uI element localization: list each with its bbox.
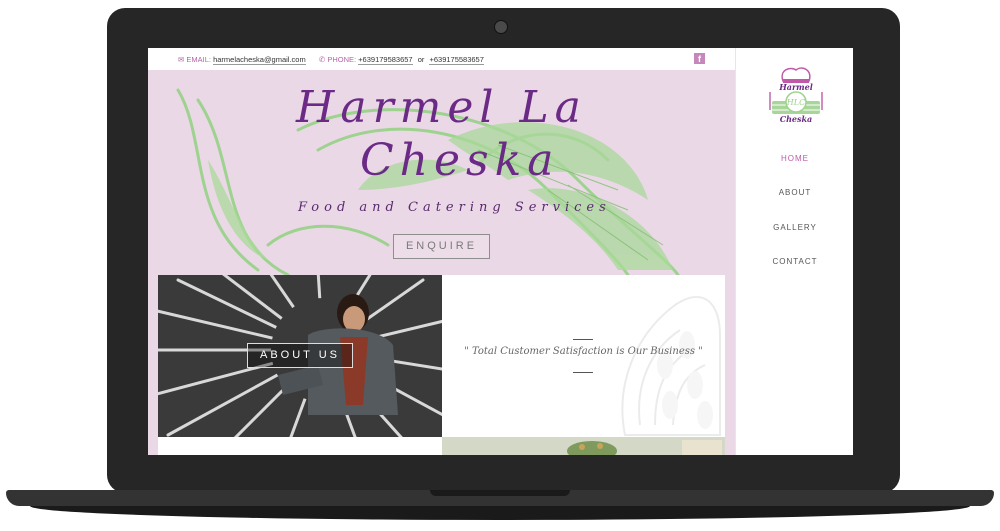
brand-tagline: Food and Catering Services <box>298 200 611 215</box>
nav-contact[interactable]: CONTACT <box>736 257 853 266</box>
webcam <box>494 20 508 34</box>
nav-gallery[interactable]: GALLERY <box>736 223 853 232</box>
contact-bar: ✉ EMAIL: harmelacheska@gmail.com ✆ PHONE… <box>148 48 735 70</box>
about-photo[interactable]: ABOUT US <box>158 275 442 437</box>
quote-divider-bottom <box>573 372 593 373</box>
logo-line1: Harmel <box>778 82 813 92</box>
phone-or: or <box>417 55 425 64</box>
phone-link-1[interactable]: +639179583657 <box>358 55 413 65</box>
envelope-icon: ✉ <box>178 55 185 64</box>
contact-info: ✉ EMAIL: harmelacheska@gmail.com ✆ PHONE… <box>178 55 484 65</box>
laptop-base-notch <box>430 490 570 496</box>
sidebar-nav: HLC Harmel Cheska HOME ABOUT GALLERY CON… <box>735 48 853 455</box>
hero-section: Harmel La Cheska Food and Catering Servi… <box>148 70 735 455</box>
quote-divider-top <box>573 339 593 340</box>
enquire-button[interactable]: ENQUIRE <box>393 234 490 259</box>
email-label: EMAIL: <box>186 55 211 64</box>
logo-line2: Cheska <box>780 114 813 124</box>
laptop-base-shadow <box>30 506 970 520</box>
content-strip-right-image <box>442 437 725 455</box>
nav-about[interactable]: ABOUT <box>736 188 853 197</box>
quote-text: " Total Customer Satisfaction is Our Bus… <box>464 346 703 357</box>
content-strip-left <box>158 437 442 455</box>
nav-home[interactable]: HOME <box>736 154 853 163</box>
brand-logo[interactable]: HLC Harmel Cheska <box>764 62 828 128</box>
phone-icon: ✆ <box>318 55 326 64</box>
screen: ✉ EMAIL: harmelacheska@gmail.com ✆ PHONE… <box>148 48 853 455</box>
phone-label: PHONE: <box>327 55 357 64</box>
quote-panel: " Total Customer Satisfaction is Our Bus… <box>442 275 725 437</box>
email-link[interactable]: harmelacheska@gmail.com <box>213 55 306 65</box>
facebook-icon[interactable]: f <box>694 53 705 64</box>
brand-title-line2: Cheska <box>360 135 560 186</box>
phone-link-2[interactable]: +639175583657 <box>429 55 484 65</box>
logo-monogram: HLC <box>786 98 805 107</box>
brand-title-line1: Harmel La <box>296 82 587 133</box>
about-us-button[interactable]: ABOUT US <box>247 343 353 368</box>
